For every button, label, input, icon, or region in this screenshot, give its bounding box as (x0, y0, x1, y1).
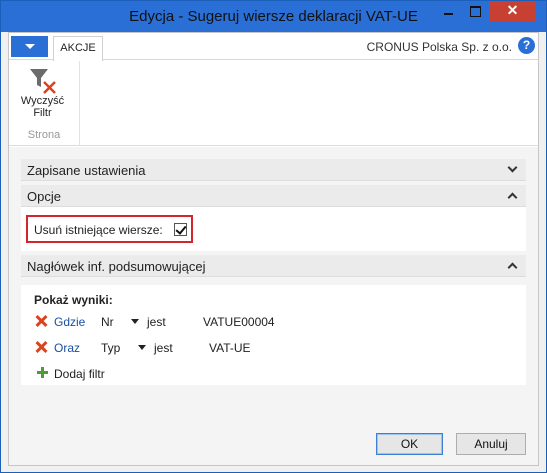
fasttab-summary-header-label: Nagłówek inf. podsumowującej (27, 259, 206, 274)
filter-operator: jest (154, 341, 173, 355)
company-name: CRONUS Polska Sp. z o.o. (366, 40, 512, 54)
close-button[interactable]: ✕ (489, 1, 536, 21)
delete-existing-label: Usuń istniejące wiersze: (34, 223, 163, 237)
filter-field[interactable]: Nr (101, 315, 114, 329)
add-filter-link[interactable]: Dodaj filtr (54, 367, 105, 381)
plus-icon (37, 367, 48, 378)
fasttab-saved-settings-label: Zapisane ustawienia (27, 163, 146, 178)
show-results-label: Pokaż wyniki: (34, 293, 113, 307)
filter-operator: jest (147, 315, 166, 329)
clear-filter-icon (29, 69, 56, 94)
help-icon[interactable]: ? (518, 37, 535, 54)
ok-button[interactable]: OK (376, 433, 443, 455)
remove-filter-icon[interactable] (35, 341, 47, 353)
delete-existing-checkbox[interactable] (174, 223, 187, 236)
dialog-client: AKCJE CRONUS Polska Sp. z o.o. ? Wyczyść… (8, 32, 539, 466)
clear-filter-label-line1: Wyczyść (20, 95, 65, 107)
chevron-down-icon (507, 162, 518, 173)
filter-panel: Pokaż wyniki: Gdzie Nr jest VATUE00004 O… (21, 285, 526, 385)
dropdown-arrow-icon[interactable] (138, 345, 146, 350)
dropdown-arrow-icon[interactable] (131, 319, 139, 324)
filter-where-link[interactable]: Gdzie (54, 315, 85, 329)
ribbon: Wyczyść Filtr Strona (9, 61, 538, 146)
application-menu-button[interactable] (11, 36, 48, 57)
filter-and-link[interactable]: Oraz (54, 341, 80, 355)
delete-existing-option: Usuń istniejące wiersze: (26, 215, 193, 243)
fasttab-summary-header[interactable]: Nagłówek inf. podsumowującej (21, 255, 526, 277)
clear-filter-button[interactable]: Wyczyść Filtr (15, 65, 70, 127)
ribbon-group-label: Strona (27, 129, 61, 141)
fasttab-options-label: Opcje (27, 189, 61, 204)
filter-field[interactable]: Typ (101, 341, 120, 355)
add-filter-row[interactable]: Dodaj filtr (21, 365, 526, 383)
ribbon-group-strona: Wyczyść Filtr Strona (9, 61, 80, 146)
title-bar: Edycja - Sugeruj wiersze deklaracji VAT-… (1, 1, 546, 32)
close-icon: ✕ (506, 2, 519, 18)
filter-row: Gdzie Nr jest VATUE00004 (21, 313, 526, 331)
cancel-button[interactable]: Anuluj (456, 433, 526, 455)
clear-filter-label-line2: Filtr (33, 107, 52, 119)
fasttab-saved-settings[interactable]: Zapisane ustawienia (21, 159, 526, 181)
filter-row: Oraz Typ jest VAT-UE (21, 339, 526, 357)
chevron-up-icon (507, 262, 518, 273)
ribbon-tabs: AKCJE CRONUS Polska Sp. z o.o. ? (9, 33, 538, 61)
fasttab-options[interactable]: Opcje (21, 185, 526, 207)
dialog-content: Zapisane ustawienia Opcje Usuń istniejąc… (9, 147, 538, 465)
filter-value[interactable]: VAT-UE (209, 341, 251, 355)
maximize-button[interactable] (462, 1, 488, 21)
dialog-window: Edycja - Sugeruj wiersze deklaracji VAT-… (0, 0, 547, 473)
minimize-button[interactable] (435, 1, 461, 21)
tab-akcje[interactable]: AKCJE (53, 36, 103, 61)
chevron-up-icon (507, 192, 518, 203)
remove-filter-icon[interactable] (35, 315, 47, 327)
filter-value[interactable]: VATUE00004 (203, 315, 275, 329)
